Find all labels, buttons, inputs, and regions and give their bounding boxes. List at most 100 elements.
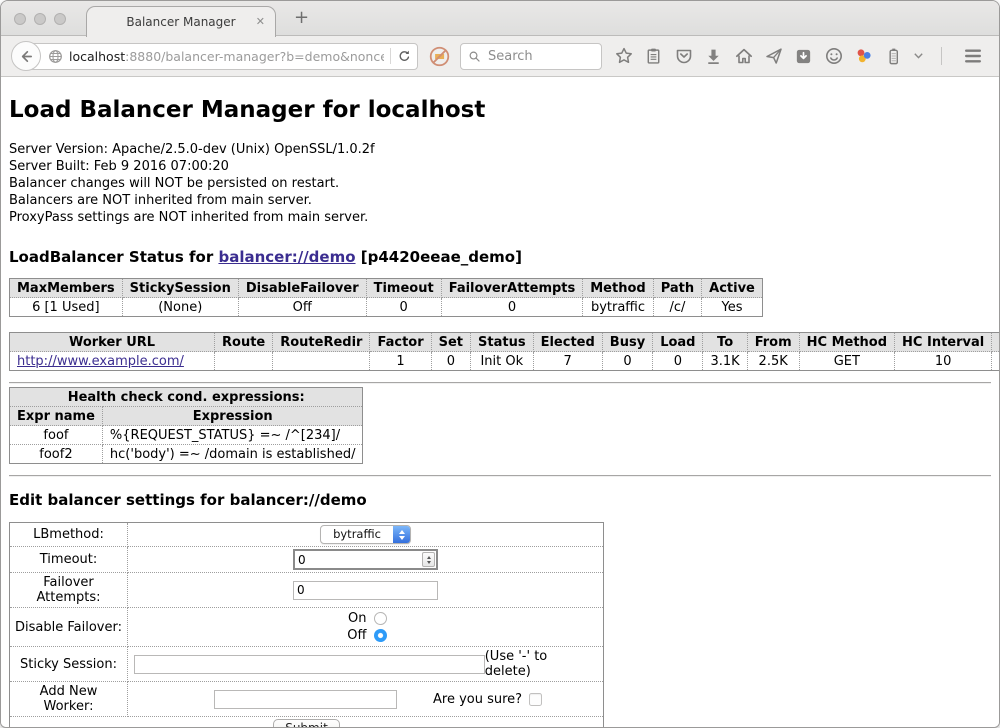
close-window-icon[interactable] [14,13,26,25]
cell: GET [799,352,894,371]
cell: 0 [602,352,652,371]
back-button[interactable] [11,41,41,71]
table-header-row: Health check cond. expressions: [10,388,363,407]
window-controls [14,13,66,25]
cell: 0 [441,298,583,317]
lbmethod-select[interactable]: bytraffic [320,525,411,544]
url-text: localhost:8880/balancer-manager?b=demo&n… [69,49,384,64]
cell [273,352,370,371]
search-icon [468,50,481,63]
edit-settings-heading: Edit balancer settings for balancer://de… [9,491,991,509]
timeout-label: Timeout: [10,547,128,573]
cell [215,352,273,371]
sticky-session-label: Sticky Session: [10,647,128,682]
reload-icon[interactable] [397,49,412,64]
number-spinner-icon[interactable] [422,552,435,567]
col-header: StickySession [122,279,238,298]
col-header: Passes [992,333,999,352]
col-header: Expression [102,407,363,426]
col-header: Active [702,279,763,298]
smiley-icon[interactable] [823,45,844,67]
col-header: To [703,333,747,352]
timeout-input[interactable] [295,553,422,567]
navigation-toolbar: localhost:8880/balancer-manager?b=demo&n… [1,36,999,77]
sticky-session-input[interactable] [134,655,485,674]
form-row-sticky: Sticky Session: (Use '-' to delete) [10,647,604,682]
col-header: Busy [602,333,652,352]
home-icon[interactable] [733,45,754,67]
col-header: Timeout [366,279,441,298]
balancer-demo-link[interactable]: balancer://demo [218,248,355,266]
col-header: Status [471,333,534,352]
col-header: Factor [370,333,431,352]
sticky-delete-hint: (Use '-' to delete) [485,649,599,679]
col-header: Worker URL [10,333,215,352]
cell: Yes [702,298,763,317]
col-header: RouteRedir [273,333,370,352]
zoom-window-icon[interactable] [54,13,66,25]
tab-close-icon[interactable]: ✕ [256,15,265,29]
are-you-sure-checkbox[interactable] [529,693,542,706]
clipboard-icon[interactable] [643,45,664,67]
search-input[interactable] [486,48,594,65]
col-header: Elected [533,333,602,352]
col-header: Method [583,279,653,298]
tab-balancer-manager[interactable]: Balancer Manager ✕ [86,6,276,37]
cell: 0 [366,298,441,317]
chevron-down-icon[interactable] [908,45,929,67]
col-header: Route [215,333,273,352]
table-row: foof2 hc('body') =~ /domain is establish… [10,445,363,464]
loadbalancer-status-heading: LoadBalancer Status for balancer://demo … [9,248,991,266]
tab-title: Balancer Manager [126,15,235,29]
page-content: Load Balancer Manager for localhost Serv… [1,77,999,727]
menu-hamburger-icon[interactable] [962,45,983,67]
bookmark-star-icon[interactable] [613,45,634,67]
palette-dots-icon[interactable] [853,45,874,67]
table-header-row: Worker URL Route RouteRedir Factor Set S… [10,333,1000,352]
form-row-disable-failover: Disable Failover: On Off [10,608,604,647]
radio-off[interactable] [374,629,387,642]
server-info: Server Version: Apache/2.5.0-dev (Unix) … [9,141,991,226]
minimize-window-icon[interactable] [34,13,46,25]
health-table-title: Health check cond. expressions: [10,388,363,407]
radio-off-label: Off [345,627,367,644]
worker-url-link[interactable]: http://www.example.com/ [17,354,184,369]
form-row-submit: Submit [10,717,604,728]
table-row: foof %{REQUEST_STATUS} =~ /^[234]/ [10,426,363,445]
pocket-icon[interactable] [673,45,694,67]
worker-table: Worker URL Route RouteRedir Factor Set S… [9,332,999,371]
form-row-timeout: Timeout: [10,547,604,573]
content-blocked-icon[interactable] [428,45,451,68]
expr-cell: %{REQUEST_STATUS} =~ /^[234]/ [102,426,363,445]
battery-icon[interactable] [883,45,904,67]
edit-balancer-form: LBmethod: bytraffic Timeout: [9,522,604,727]
urlbar-divider [390,48,391,64]
cell: 7 [533,352,602,371]
url-bar[interactable]: localhost:8880/balancer-manager?b=demo&n… [26,43,418,70]
submit-button[interactable]: Submit [273,719,340,727]
timeout-field-wrap [293,549,438,570]
form-row-add-worker: Add New Worker: Are you sure? [10,682,604,717]
table-header-row: MaxMembers StickySession DisableFailover… [10,279,763,298]
new-tab-button[interactable]: + [294,7,309,28]
inherit-note-line: Balancers are NOT inherited from main se… [9,192,991,209]
cell: 1 (0) [992,352,999,371]
server-built-line: Server Built: Feb 9 2016 07:00:20 [9,158,991,175]
radio-on[interactable] [374,612,387,625]
select-stepper-icon [393,526,410,543]
cell: bytraffic [583,298,653,317]
globe-icon [48,49,63,64]
downloads-icon[interactable] [703,45,724,67]
failover-attempts-input[interactable] [293,581,438,600]
expr-name-cell: foof [10,426,103,445]
form-row-lbmethod: LBmethod: bytraffic [10,523,604,547]
lbmethod-label: LBmethod: [10,523,128,547]
col-header: HC Interval [895,333,992,352]
page-title: Load Balancer Manager for localhost [9,97,991,123]
send-icon[interactable] [763,45,784,67]
disable-failover-label: Disable Failover: [10,608,128,647]
add-worker-input[interactable] [214,690,397,709]
search-bar[interactable] [460,43,602,70]
square-download-icon[interactable] [793,45,814,67]
cell: 10 [895,352,992,371]
